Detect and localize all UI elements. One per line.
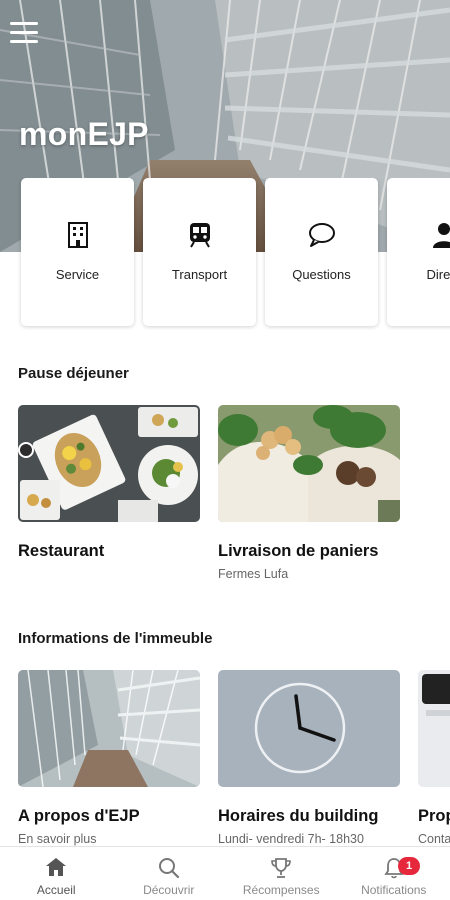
tile-about-ejp[interactable]: A propos d'EJP En savoir plus [18,670,200,846]
chat-bubble-icon [265,222,378,250]
person-icon [387,222,450,250]
quick-link-service[interactable]: Service [21,178,134,326]
notification-count-badge: 1 [398,857,420,875]
nav-notifications[interactable]: Notifications [338,847,450,900]
tile-subtitle: En savoir plus [18,832,97,846]
basket-delivery-image [218,405,400,522]
quick-link-label: Direct [426,267,450,282]
tile-title: Prop [418,807,450,825]
quick-link-label: Transport [171,267,228,282]
app-title: monEJP [19,116,149,152]
train-icon [143,222,256,250]
tile-subtitle: Conta [418,832,450,846]
partial-tile-image [418,670,450,787]
tile-title: A propos d'EJP [18,807,140,825]
tile-subtitle: Fermes Lufa [218,567,289,581]
quick-link-label: Service [55,267,100,282]
tile-title: Horaires du building [218,807,379,825]
quick-link-label: Questions [292,267,351,282]
section-title-building: Informations de l'immeuble [18,630,213,647]
nav-label: Accueil [36,883,76,897]
nav-rewards[interactable]: Récompenses [225,847,338,900]
quick-link-questions[interactable]: Questions [265,178,378,326]
tile-subtitle: Lundi- vendredi 7h- 18h30 [218,832,364,846]
about-ejp-image [18,670,200,787]
bottom-navigation: Accueil Découvrir Récompenses Notificati… [0,846,450,900]
bell-icon [338,857,450,883]
tile-basket-delivery[interactable]: Livraison de paniers Fermes Lufa [218,405,400,581]
building-icon [21,222,134,250]
hamburger-menu-icon[interactable] [10,22,38,46]
trophy-icon [225,857,338,883]
section-title-lunch: Pause déjeuner [18,365,129,382]
tile-restaurant[interactable]: Restaurant [18,405,200,561]
nav-label: Découvrir [143,883,195,897]
quick-links-row[interactable]: Service Transport Questions Dire [0,178,450,330]
tile-title: Restaurant [18,542,105,560]
tile-building-hours[interactable]: Horaires du building Lundi- vendredi 7h-… [218,670,400,846]
quick-link-transport[interactable]: Transport [143,178,256,326]
nav-label: Récompenses [242,883,320,897]
nav-label: Notifications [361,883,427,897]
home-icon [0,857,113,883]
tile-partial[interactable]: Prop Conta [418,670,450,846]
tile-title: Livraison de paniers [218,542,379,560]
nav-discover[interactable]: Découvrir [113,847,226,900]
nav-home[interactable]: Accueil [0,847,113,900]
search-icon [113,857,226,883]
restaurant-image [18,405,200,522]
clock-image [218,670,400,787]
quick-link-direct[interactable]: Direct [387,178,450,326]
